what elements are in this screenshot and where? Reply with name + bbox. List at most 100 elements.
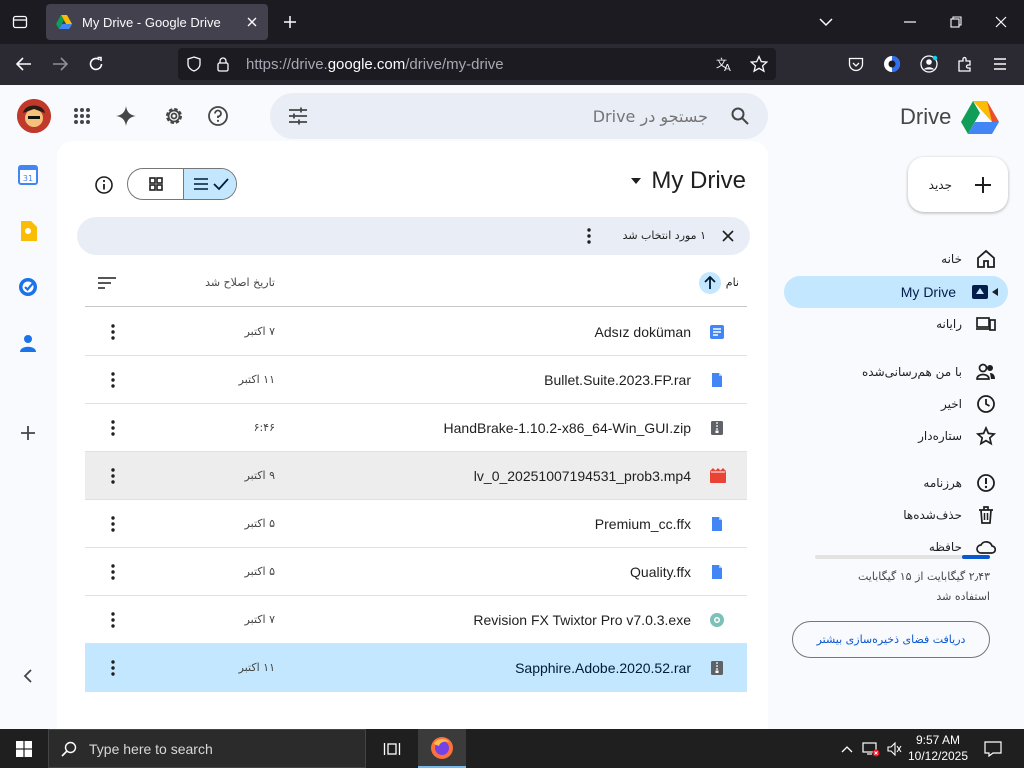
get-more-storage-button[interactable]: دریافت فضای ذخیره‌سازی بیشتر (792, 621, 990, 658)
dropdown-arrow-icon (631, 178, 642, 184)
url-text: https://drive.google.com/drive/my-drive (246, 56, 504, 73)
file-more-actions-icon[interactable] (101, 512, 125, 536)
url-bar[interactable]: https://drive.google.com/drive/my-drive … (178, 48, 776, 80)
search-input[interactable] (330, 93, 708, 139)
pocket-icon[interactable] (844, 52, 868, 76)
back-icon[interactable] (12, 52, 36, 76)
url-prefix: https://drive. (246, 55, 328, 73)
notifications-icon[interactable] (978, 729, 1008, 768)
account-icon[interactable] (917, 52, 941, 76)
task-view-icon[interactable] (376, 729, 408, 768)
column-name[interactable]: نام (726, 276, 739, 289)
tasks-icon[interactable] (16, 275, 40, 299)
file-more-actions-icon[interactable] (101, 464, 125, 488)
clock[interactable]: 9:57 AM 10/12/2025 (906, 732, 970, 764)
file-row[interactable]: ۱۱ اکتبر Bullet.Suite.2023.FP.rar (85, 356, 747, 404)
add-app-icon[interactable] (16, 421, 40, 445)
sidebar-item-label: My Drive (900, 284, 956, 300)
lock-icon[interactable] (216, 56, 230, 72)
file-more-actions-icon[interactable] (101, 368, 125, 392)
reload-icon[interactable] (84, 52, 108, 76)
close-window-icon[interactable] (989, 10, 1013, 34)
file-name: Bullet.Suite.2023.FP.rar (544, 371, 691, 388)
restore-icon[interactable] (944, 10, 968, 34)
new-button[interactable]: جدید (908, 157, 1008, 212)
file-more-actions-icon[interactable] (101, 416, 125, 440)
storage-text: ۲٫۴۳ گیگابایت از ۱۵ گیگابایت (857, 570, 990, 583)
sidebar-item-shared[interactable]: با من هم‌رسانی‌شده (862, 356, 1006, 388)
selection-bar: ۱ مورد انتخاب شد (77, 217, 750, 255)
bookmark-star-icon[interactable] (750, 55, 768, 73)
file-row[interactable]: ۵ اکتبر Premium_cc.ffx (85, 500, 747, 548)
file-more-actions-icon[interactable] (101, 320, 125, 344)
page-title: My Drive (651, 167, 746, 194)
view-details-info-icon[interactable] (92, 173, 116, 197)
file-row[interactable]: ۹ اکتبر lv_0_20251007194531_prob3.mp4 (85, 452, 747, 500)
firefox-taskbar-icon[interactable] (418, 729, 466, 768)
file-name: Quality.ffx (630, 563, 691, 580)
file-row[interactable]: ۱۱ اکتبر Sapphire.Adobe.2020.52.rar (85, 644, 747, 692)
list-view-button[interactable] (183, 169, 236, 199)
minimize-icon[interactable] (898, 10, 922, 34)
app-menu-icon[interactable] (988, 52, 1012, 76)
grid-view-button[interactable] (128, 169, 183, 199)
file-more-actions-icon[interactable] (101, 608, 125, 632)
google-apps-icon[interactable] (70, 104, 94, 128)
sidebar-item-computers[interactable]: رایانه (936, 308, 1006, 340)
tab-close-icon[interactable] (246, 16, 258, 28)
video-icon (709, 468, 726, 484)
avatar[interactable] (17, 99, 51, 133)
sidebar-item-trash[interactable]: حذف‌شده‌ها (903, 499, 1006, 531)
gemini-icon[interactable] (114, 104, 138, 128)
search-icon[interactable] (728, 104, 752, 128)
storage-meter-fill (962, 555, 990, 559)
storage-icon (976, 537, 996, 557)
sidebar-item-my-drive[interactable]: My Drive (784, 276, 1008, 308)
extension-circle-icon[interactable] (880, 52, 904, 76)
sort-direction-arrow-up-icon[interactable] (699, 272, 721, 294)
browser-tab-active[interactable]: My Drive - Google Drive (46, 4, 268, 40)
file-more-actions-icon[interactable] (101, 656, 125, 680)
tracking-protection-icon[interactable] (186, 56, 202, 72)
volume-icon[interactable] (884, 729, 906, 768)
sidebar-item-home[interactable]: خانه (941, 243, 1006, 275)
sidebar-item-label: حافظه (928, 540, 962, 554)
extensions-puzzle-icon[interactable] (953, 52, 977, 76)
contacts-icon[interactable] (16, 331, 40, 355)
expand-arrow-icon[interactable] (992, 288, 998, 296)
svg-text:31: 31 (23, 174, 33, 183)
sidebar-item-starred[interactable]: ستاره‌دار (918, 420, 1006, 452)
column-modified[interactable]: تاریخ اصلاح شد (195, 276, 275, 289)
list-all-tabs-icon[interactable] (814, 10, 838, 34)
forward-icon[interactable] (48, 52, 72, 76)
file-row[interactable]: ۷ اکتبر Adsız doküman (85, 308, 747, 356)
translate-icon[interactable]: 文A (716, 56, 734, 72)
column-header: تاریخ اصلاح شد نام (85, 259, 747, 307)
collapse-panel-icon[interactable] (16, 664, 40, 688)
calendar-icon[interactable]: 31 (16, 163, 40, 187)
file-row[interactable]: ۵ اکتبر Quality.ffx (85, 548, 747, 596)
help-icon[interactable] (206, 104, 230, 128)
file-more-actions-icon[interactable] (101, 560, 125, 584)
tab-list-icon[interactable] (8, 10, 32, 34)
sidebar-item-label: با من هم‌رسانی‌شده (862, 365, 962, 379)
network-disconnected-icon[interactable] (860, 729, 882, 768)
taskbar-search-box[interactable]: Type here to search (48, 729, 366, 768)
show-hidden-icons-icon[interactable] (836, 729, 858, 768)
windows-start-icon[interactable] (0, 729, 48, 768)
file-row[interactable]: ۷ اکتبر Revision FX Twixtor Pro v7.0.3.ex… (85, 596, 747, 644)
my-drive-title-button[interactable]: My Drive (631, 167, 746, 195)
drive-logo[interactable]: Drive (900, 99, 1000, 135)
new-tab-icon[interactable] (278, 10, 302, 34)
executable-icon (709, 612, 725, 628)
search-bar (270, 93, 768, 139)
sidebar-item-spam[interactable]: هرزنامه (923, 467, 1006, 499)
selection-more-actions-icon[interactable] (577, 224, 601, 248)
settings-gear-icon[interactable] (162, 104, 186, 128)
search-options-icon[interactable] (286, 104, 310, 128)
clear-selection-close-icon[interactable] (716, 224, 740, 248)
keep-icon[interactable] (16, 219, 40, 243)
sidebar-item-recent[interactable]: اخیر (941, 388, 1006, 420)
sort-options-icon[interactable] (95, 271, 119, 295)
file-row[interactable]: ۶:۴۶ HandBrake-1.10.2-x86_64-Win_GUI.zip (85, 404, 747, 452)
